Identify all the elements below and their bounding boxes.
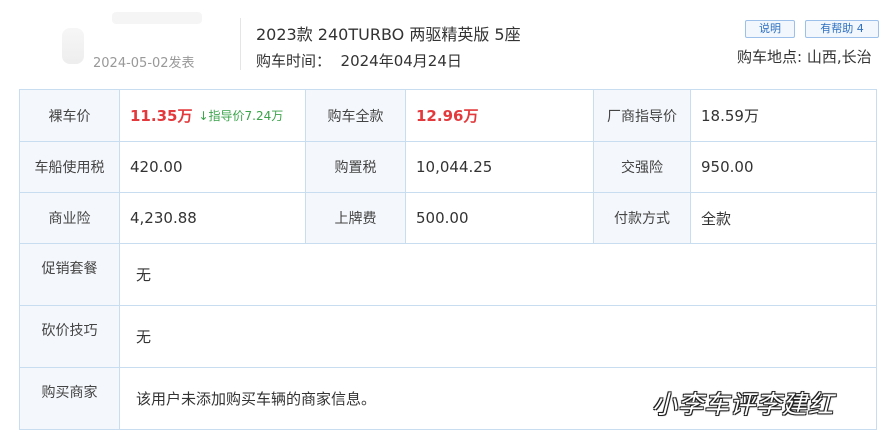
vessel-tax-label: 车船使用税 xyxy=(20,142,120,192)
purchase-time: 购车时间： 2024年04月24日 xyxy=(256,52,462,70)
commercial-insurance-value: 4,230.88 xyxy=(120,193,306,243)
bargain-tips-value: 无 xyxy=(136,328,152,346)
post-date: 2024-05-02发表 xyxy=(93,56,195,71)
review-header: 2024-05-02发表 2023款 240TURBO 两驱精英版 5座 购车时… xyxy=(0,0,888,88)
commercial-insurance-label: 商业险 xyxy=(20,193,120,243)
payment-method-label: 付款方式 xyxy=(594,193,691,243)
down-arrow-icon: ↓ xyxy=(198,109,209,123)
user-name[interactable] xyxy=(112,12,202,24)
compulsory-insurance-label: 交强险 xyxy=(594,142,691,192)
naked-price-label: 裸车价 xyxy=(20,90,120,141)
bargain-tips-label: 砍价技巧 xyxy=(20,306,120,367)
table-row: 促销套餐 无 xyxy=(20,243,876,305)
purchase-tax-value: 10,044.25 xyxy=(406,142,594,192)
table-row: 车船使用税 420.00 购置税 10,044.25 交强险 950.00 xyxy=(20,141,876,192)
guide-price-hint: ↓指导价7.24万 xyxy=(198,107,283,124)
car-model-title: 2023款 240TURBO 两驱精英版 5座 xyxy=(256,25,521,44)
total-price-label: 购车全款 xyxy=(306,90,406,141)
naked-price-value: 11.35万 xyxy=(130,107,193,125)
payment-method-value: 全款 xyxy=(701,209,732,228)
author-watermark: 小李车评李建红 xyxy=(652,390,835,419)
user-avatar[interactable] xyxy=(62,28,84,64)
table-row: 商业险 4,230.88 上牌费 500.00 付款方式 全款 xyxy=(20,192,876,243)
msrp-value: 18.59万 xyxy=(701,107,759,125)
vessel-tax-value: 420.00 xyxy=(120,142,306,192)
plate-fee-value: 500.00 xyxy=(406,193,594,243)
dealer-label: 购买商家 xyxy=(20,368,120,429)
guide-price-hint-text: 指导价7.24万 xyxy=(208,109,284,123)
msrp-label: 厂商指导价 xyxy=(594,90,691,141)
helpful-button[interactable]: 有帮助 4 xyxy=(805,20,879,38)
header-divider xyxy=(240,18,241,70)
total-price-value: 12.96万 xyxy=(416,107,479,125)
promo-package-value: 无 xyxy=(136,266,152,284)
table-row: 裸车价 11.35万 ↓指导价7.24万 购车全款 12.96万 厂商指导价 1… xyxy=(20,90,876,141)
promo-package-label: 促销套餐 xyxy=(20,244,120,305)
plate-fee-label: 上牌费 xyxy=(306,193,406,243)
purchase-cost-table: 裸车价 11.35万 ↓指导价7.24万 购车全款 12.96万 厂商指导价 1… xyxy=(19,89,877,430)
compulsory-insurance-value: 950.00 xyxy=(701,158,754,176)
naked-price-cell: 11.35万 ↓指导价7.24万 xyxy=(120,90,306,141)
purchase-location: 购车地点: 山西,长治 xyxy=(737,48,872,66)
explain-button[interactable]: 说明 xyxy=(745,20,795,38)
table-row: 砍价技巧 无 xyxy=(20,305,876,367)
total-price-cell: 12.96万 xyxy=(406,90,594,141)
purchase-tax-label: 购置税 xyxy=(306,142,406,192)
